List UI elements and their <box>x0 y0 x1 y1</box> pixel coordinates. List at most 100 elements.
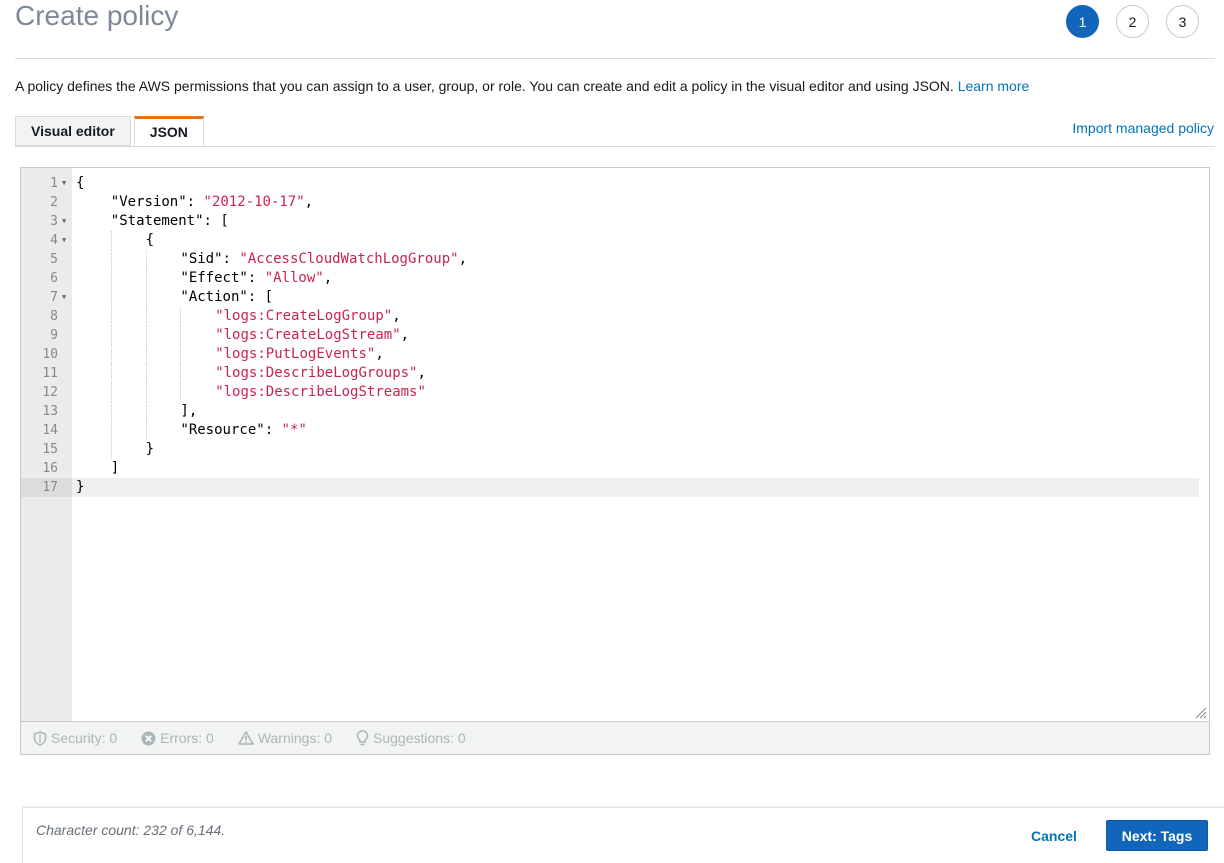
indent-guide <box>145 421 148 440</box>
code-text: ], <box>72 402 197 421</box>
line-number: 3 ▼ <box>50 212 67 231</box>
code-text: "logs:DescribeLogStreams" <box>72 383 426 402</box>
fold-arrow-icon[interactable]: ▼ <box>62 212 66 231</box>
security-count: Security: 0 <box>51 730 118 746</box>
code-lines[interactable]: 1 ▼ {2 "Version": "2012-10-17", 3 ▼ "Statement… <box>21 174 1199 497</box>
resize-handle-icon[interactable] <box>1195 707 1207 719</box>
code-line[interactable]: 12 "logs:DescribeLogStreams" <box>21 383 1199 402</box>
code-line[interactable]: 9 "logs:CreateLogStream", <box>21 326 1199 345</box>
code-text: } <box>72 478 84 497</box>
key-token: "Sid" <box>180 251 223 267</box>
punctuation-token: , <box>458 251 467 267</box>
code-line[interactable]: 4 ▼ { <box>21 231 1199 250</box>
line-number: 11 <box>42 366 58 381</box>
wizard-steps: 1 2 3 <box>1066 5 1199 38</box>
character-count: Character count: 232 of 6,144. <box>36 822 226 838</box>
warnings-count: Warnings: 0 <box>257 730 333 746</box>
code-line[interactable]: 8 "logs:CreateLogGroup", <box>21 307 1199 326</box>
string-token: "logs:CreateLogStream" <box>215 327 401 343</box>
code-line[interactable]: 17} <box>21 478 1199 497</box>
page-description: A policy defines the AWS permissions tha… <box>15 78 1029 94</box>
warnings-status[interactable]: Warnings: 0 <box>238 730 332 746</box>
step-3[interactable]: 3 <box>1166 5 1199 38</box>
code-line[interactable]: 15} <box>21 440 1199 459</box>
code-line[interactable]: 13], <box>21 402 1199 421</box>
line-number: 5 <box>50 252 58 267</box>
json-editor[interactable]: 1 ▼ {2 "Version": "2012-10-17", 3 ▼ "Statement… <box>20 167 1210 722</box>
code-line[interactable]: 11 "logs:DescribeLogGroups", <box>21 364 1199 383</box>
indent-guide <box>110 269 113 288</box>
punctuation-token: : <box>247 270 265 286</box>
indent-guide <box>145 288 148 307</box>
code-text: "logs:CreateLogStream", <box>72 326 409 345</box>
code-text: "Action": [ <box>72 288 273 307</box>
import-managed-policy-link[interactable]: Import managed policy <box>1072 120 1214 136</box>
line-number: 7 ▼ <box>50 288 67 307</box>
code-line[interactable]: 2 "Version": "2012-10-17", <box>21 193 1199 212</box>
warning-icon <box>238 731 254 745</box>
cancel-button[interactable]: Cancel <box>1031 828 1077 844</box>
description-text: A policy defines the AWS permissions tha… <box>15 78 954 94</box>
key-token: "Version" <box>110 194 187 210</box>
indent-guide <box>110 421 113 440</box>
tab-visual-editor[interactable]: Visual editor <box>15 116 131 146</box>
code-line[interactable]: 7 ▼ "Action": [ <box>21 288 1199 307</box>
shield-icon <box>33 730 47 746</box>
code-text: "Sid": "AccessCloudWatchLogGroup", <box>72 250 467 269</box>
code-text: { <box>72 174 84 193</box>
step-2[interactable]: 2 <box>1116 5 1149 38</box>
learn-more-link[interactable]: Learn more <box>958 78 1030 94</box>
code-text: "Version": "2012-10-17", <box>72 193 313 212</box>
line-number: 4 ▼ <box>50 231 67 250</box>
string-token: "logs:DescribeLogGroups" <box>215 365 418 381</box>
code-text: } <box>72 440 154 459</box>
code-text: ] <box>72 459 119 478</box>
line-number: 10 <box>42 347 58 362</box>
string-token: "Allow" <box>264 270 324 286</box>
security-status[interactable]: Security: 0 <box>33 730 117 746</box>
fold-arrow-icon[interactable]: ▼ <box>62 231 66 250</box>
title-divider <box>15 58 1215 59</box>
indent-guide <box>145 402 148 421</box>
string-token: "logs:PutLogEvents" <box>215 346 376 362</box>
code-text: "Resource": "*" <box>72 421 306 440</box>
code-line[interactable]: 16] <box>21 459 1199 478</box>
key-token: "Resource" <box>180 422 265 438</box>
indent-guide <box>145 383 148 402</box>
code-line[interactable]: 1 ▼ { <box>21 174 1199 193</box>
fold-arrow-icon[interactable]: ▼ <box>62 174 66 193</box>
string-token: "AccessCloudWatchLogGroup" <box>239 251 459 267</box>
next-tags-button[interactable]: Next: Tags <box>1106 820 1208 851</box>
punctuation-token: ] <box>110 460 120 476</box>
code-line[interactable]: 10 "logs:PutLogEvents", <box>21 345 1199 364</box>
code-text: "logs:DescribeLogGroups", <box>72 364 426 383</box>
indent-guide <box>110 231 113 250</box>
errors-status[interactable]: Errors: 0 <box>141 730 214 746</box>
code-line[interactable]: 5 "Sid": "AccessCloudWatchLogGroup", <box>21 250 1199 269</box>
indent-guide <box>180 383 182 402</box>
indent-guide <box>110 402 113 421</box>
step-1[interactable]: 1 <box>1066 5 1099 38</box>
code-text: "logs:CreateLogGroup", <box>72 307 400 326</box>
code-line[interactable]: 14 "Resource": "*" <box>21 421 1199 440</box>
line-number: 6 <box>50 271 58 286</box>
fold-arrow-icon[interactable]: ▼ <box>62 288 66 307</box>
line-number: 1 ▼ <box>50 174 67 193</box>
line-number: 15 <box>42 442 58 457</box>
line-number: 8 <box>50 309 58 324</box>
indent-guide <box>110 364 113 383</box>
punctuation-token: : [ <box>203 213 229 229</box>
indent-guide <box>110 345 113 364</box>
suggestions-count: Suggestions: 0 <box>373 730 466 746</box>
code-line[interactable]: 6 "Effect": "Allow", <box>21 269 1199 288</box>
error-icon <box>141 731 156 745</box>
code-line[interactable]: 3 ▼ "Statement": [ <box>21 212 1199 231</box>
tab-json[interactable]: JSON <box>133 116 204 146</box>
indent-guide <box>180 364 182 383</box>
punctuation-token: , <box>304 194 314 210</box>
line-number: 14 <box>42 423 58 438</box>
indent-guide <box>110 440 113 459</box>
lightbulb-icon <box>356 730 369 746</box>
punctuation-token: } <box>145 441 155 457</box>
suggestions-status[interactable]: Suggestions: 0 <box>356 730 466 746</box>
